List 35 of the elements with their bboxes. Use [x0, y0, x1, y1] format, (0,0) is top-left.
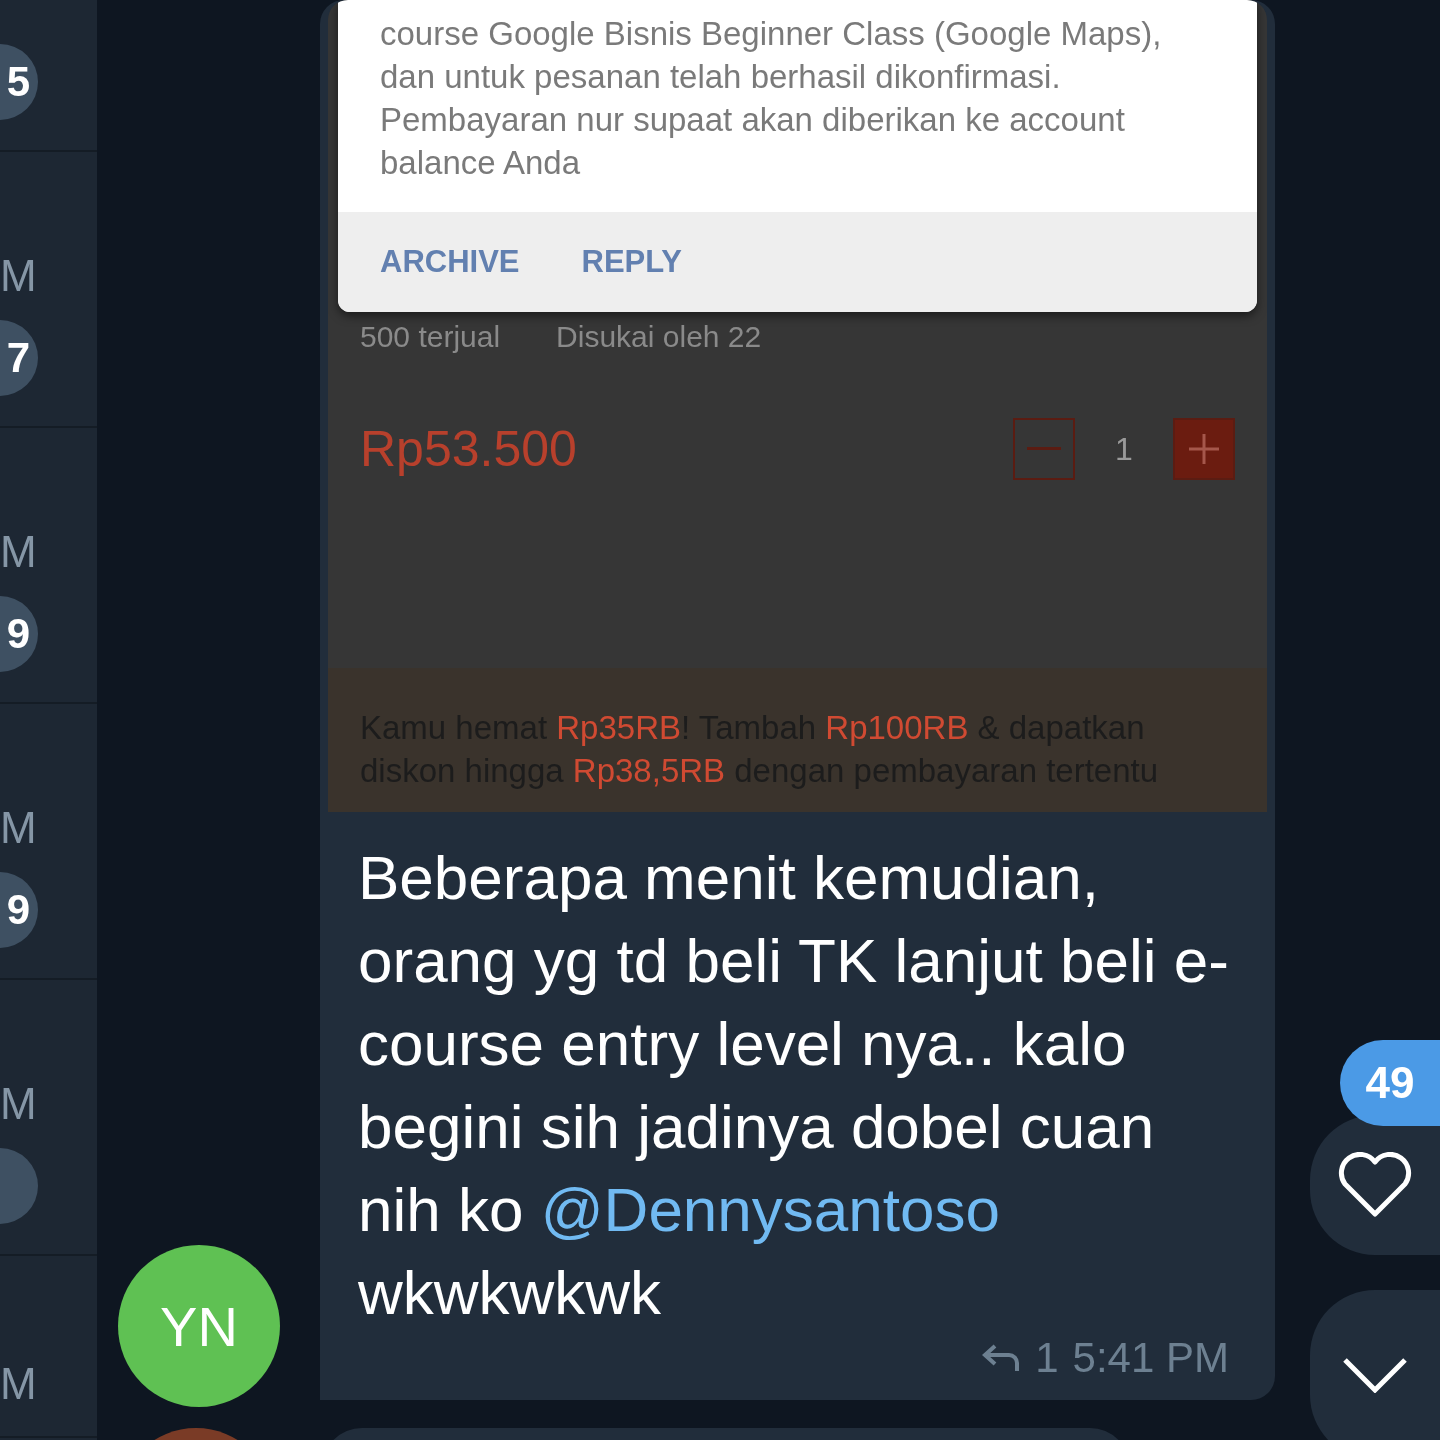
plus-button[interactable]: [1173, 418, 1235, 480]
chat-list-item[interactable]: 5: [0, 0, 97, 152]
quantity: 1: [1114, 430, 1134, 468]
unread-badge: 9: [0, 596, 38, 672]
notification-action[interactable]: REPLY: [581, 244, 683, 280]
chat-time: M: [0, 1082, 37, 1126]
chat-time: M: [0, 530, 37, 574]
notification-action[interactable]: ARCHIVE: [380, 244, 520, 280]
notification-text: course Google Bisnis Beginner Class (Google Maps), dan untuk pesanan telah berhasil dikonfirmasi.: [380, 14, 1163, 97]
chat-time: M: [0, 806, 37, 850]
unread-badge: 5: [0, 44, 38, 120]
mention-link[interactable]: @Dennysantoso: [540, 1175, 1000, 1244]
unread-badge: 7: [0, 320, 38, 396]
reply-icon: [981, 1342, 1022, 1374]
chat-list-item[interactable]: M 9: [0, 428, 97, 704]
message-time: 5:41 PM: [1072, 1334, 1229, 1382]
sold-count: 500 terjual: [360, 320, 501, 354]
chat-list-item[interactable]: M 7: [0, 152, 97, 428]
plus-icon: [1189, 434, 1219, 464]
chat-list-item[interactable]: M: [0, 980, 97, 1256]
likes-count: Disukai oleh 22: [556, 320, 762, 354]
unread-count-badge: 49: [1340, 1040, 1440, 1126]
heart-icon: [1337, 1152, 1413, 1218]
product-price: Rp53.500: [360, 420, 578, 478]
minus-icon: [1027, 447, 1061, 451]
chat-list-item[interactable]: M: [0, 1256, 97, 1438]
chevron-down-icon: [1342, 1357, 1408, 1393]
unread-badge: 9: [0, 872, 38, 948]
message-text: Beberapa menit kemudian, orang yg td beli TK lanjut beli e-course entry level nya.. kalo begini sih jadinya dobel cuan nih ko @Dennysantoso wkwkwkwk: [357, 842, 1230, 1329]
chat-list-item[interactable]: M 9: [0, 704, 97, 980]
chat-time: M: [0, 1362, 37, 1406]
reply-count: 1: [1035, 1334, 1059, 1382]
scroll-down-button[interactable]: [1310, 1290, 1440, 1440]
notification-text: Pembayaran nur supaat akan diberikan ke account balance Anda: [380, 100, 1126, 183]
chat-time: M: [0, 254, 37, 298]
